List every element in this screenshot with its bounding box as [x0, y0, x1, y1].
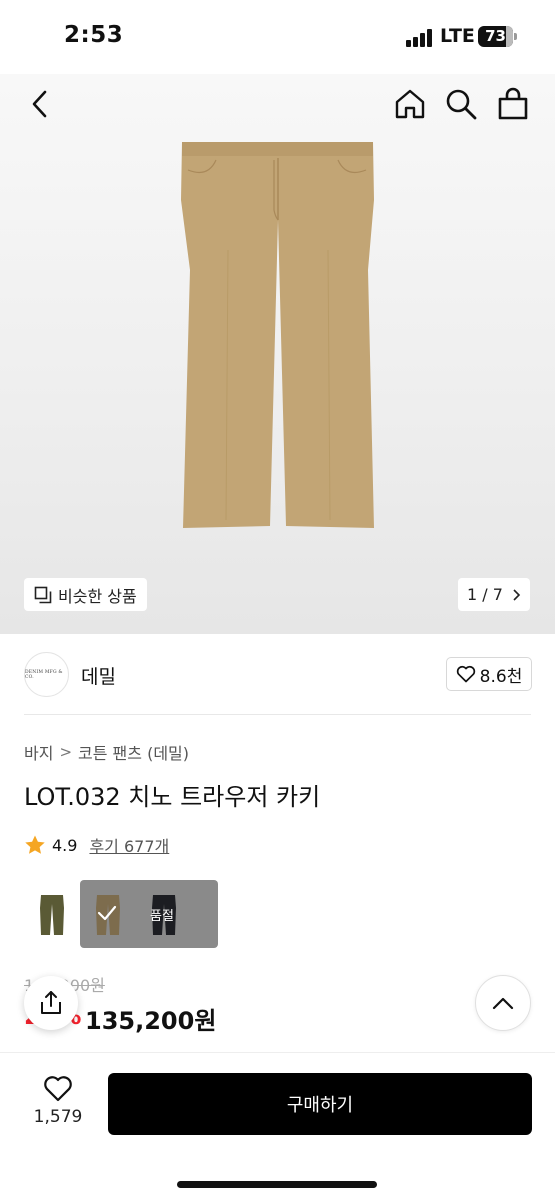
status-time: 2:53	[64, 22, 124, 48]
top-nav	[0, 74, 555, 134]
image-counter-label: 1 / 7	[467, 585, 503, 604]
home-icon[interactable]	[393, 87, 427, 121]
share-icon	[41, 991, 61, 1014]
brand-like-button[interactable]: 8.6천	[446, 657, 532, 691]
product-image[interactable]	[178, 140, 378, 532]
battery-level: 73	[485, 27, 506, 45]
brand-logo[interactable]: DENIM MFG & CO.	[24, 652, 69, 697]
breadcrumb: 바지 > 코튼 팬츠 (데밀)	[24, 740, 189, 764]
rating-row: 4.9 후기 677개	[24, 833, 169, 857]
similar-products-button[interactable]: 비슷한 상품	[24, 578, 147, 611]
reviews-link[interactable]: 후기 677개	[89, 833, 169, 857]
brand-logo-text: DENIM MFG & CO.	[25, 669, 63, 680]
image-counter[interactable]: 1 / 7	[458, 578, 530, 611]
soldout-label: 품절	[150, 909, 174, 924]
breadcrumb-category[interactable]: 바지	[24, 740, 53, 764]
copy-icon	[34, 586, 52, 603]
sale-price: 135,200원	[85, 1007, 217, 1035]
scroll-to-top-button[interactable]	[475, 975, 531, 1031]
pants-thumbnail-icon	[40, 895, 64, 935]
rating-value: 4.9	[52, 835, 78, 855]
check-icon	[97, 905, 117, 921]
share-button[interactable]	[24, 976, 78, 1030]
similar-products-label: 비슷한 상품	[58, 586, 137, 606]
heart-icon	[44, 1076, 72, 1102]
brand-name[interactable]: 데밀	[81, 662, 116, 689]
breadcrumb-separator-icon: >	[59, 743, 73, 761]
divider	[24, 714, 531, 715]
back-chevron-icon[interactable]	[24, 87, 58, 121]
wishlist-count: 1,579	[33, 1107, 83, 1127]
shopping-bag-icon[interactable]	[496, 87, 530, 121]
breadcrumb-subcategory[interactable]: 코튼 팬츠 (데밀)	[78, 740, 189, 764]
brand-like-count: 8.6천	[479, 666, 523, 687]
bottom-action-bar: 1,579 구매하기	[0, 1052, 555, 1200]
signal-icon	[406, 29, 434, 47]
buy-button[interactable]: 구매하기	[108, 1073, 532, 1135]
wishlist-button[interactable]: 1,579	[30, 1075, 86, 1127]
swatch-khaki-selected[interactable]	[80, 880, 136, 948]
chevron-right-icon	[513, 588, 521, 601]
status-bar: 2:53 LTE 73	[0, 0, 555, 74]
color-swatches: 품절	[24, 880, 218, 948]
swatch-group: 품절	[80, 880, 218, 948]
product-title: LOT.032 치노 트라우저 카키	[24, 783, 321, 811]
swatch-olive[interactable]	[24, 880, 80, 948]
brand-row: DENIM MFG & CO. 데밀 8.6천	[0, 635, 555, 715]
network-label: LTE	[440, 25, 475, 47]
heart-icon	[456, 665, 475, 683]
search-icon[interactable]	[444, 87, 478, 121]
chevron-up-icon	[492, 997, 514, 1010]
home-indicator	[177, 1181, 377, 1188]
star-icon	[25, 835, 45, 854]
battery-icon: 73	[478, 26, 518, 47]
